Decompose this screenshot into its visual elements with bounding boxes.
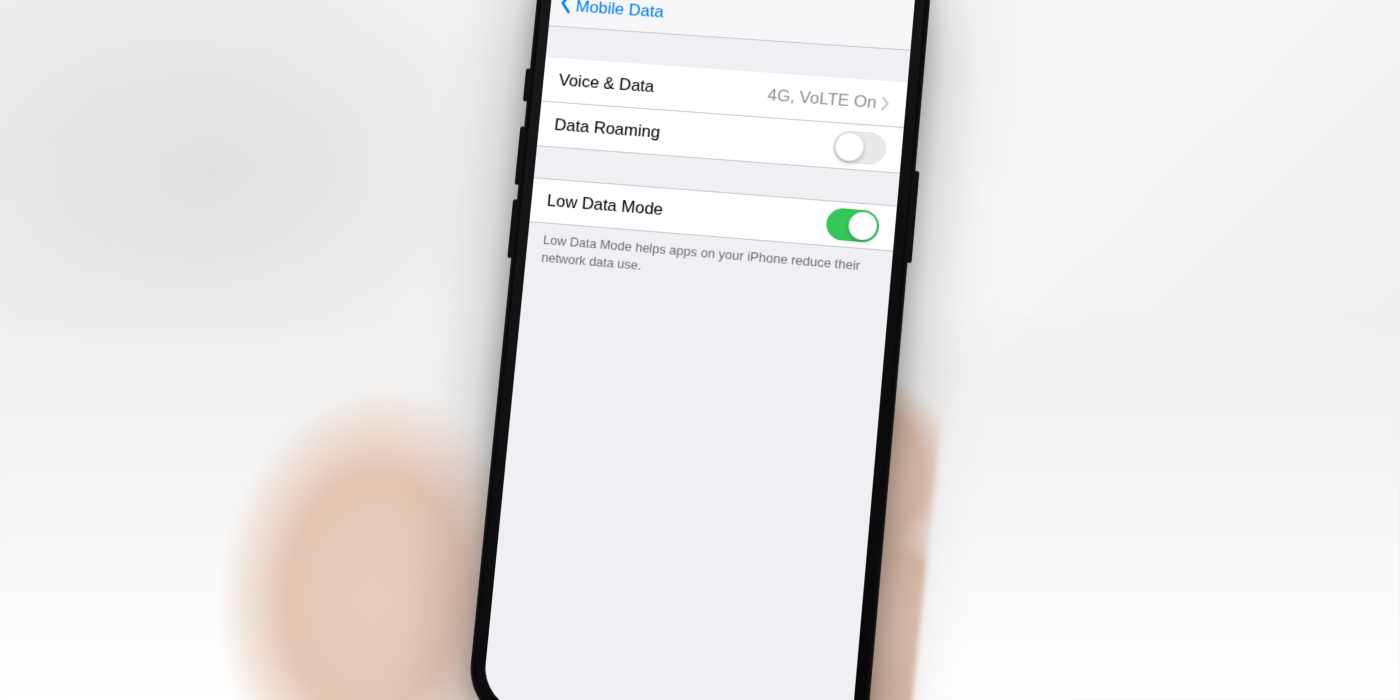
chevron-right-icon bbox=[880, 96, 890, 110]
back-label: Mobile Data bbox=[575, 0, 665, 22]
mute-switch bbox=[523, 68, 531, 101]
row-label: Data Roaming bbox=[554, 115, 835, 155]
back-button[interactable]: Mobile Data bbox=[557, 0, 665, 25]
toggle-knob bbox=[847, 211, 878, 241]
row-label: Voice & Data bbox=[558, 70, 769, 104]
phone-frame: 10:37 bbox=[466, 0, 933, 700]
settings-content: Voice & Data 4G, VoLTE On Data Roaming bbox=[481, 26, 910, 700]
low-data-mode-toggle[interactable] bbox=[825, 207, 880, 243]
data-roaming-toggle[interactable] bbox=[832, 129, 887, 165]
toggle-knob bbox=[834, 132, 865, 162]
phone-screen: 10:37 bbox=[481, 0, 918, 700]
row-value: 4G, VoLTE On bbox=[767, 85, 891, 113]
chevron-left-icon bbox=[557, 0, 573, 19]
row-value-text: 4G, VoLTE On bbox=[767, 85, 878, 112]
